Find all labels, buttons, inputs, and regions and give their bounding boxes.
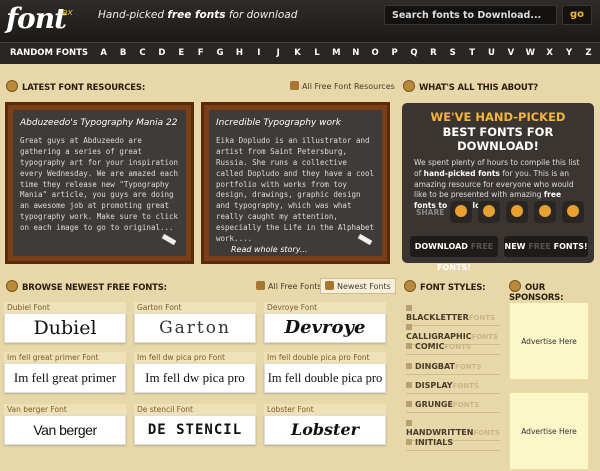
- font-preview[interactable]: Garton: [134, 313, 256, 343]
- resource-title[interactable]: Abduzeedo's Typography Mania 22: [20, 118, 179, 128]
- font-preview[interactable]: Dubiel: [4, 313, 126, 343]
- letter-link[interactable]: T: [462, 48, 481, 58]
- letter-link[interactable]: F: [191, 48, 210, 58]
- font-preview[interactable]: Van berger: [4, 415, 126, 445]
- pin-icon: [509, 280, 521, 292]
- share-label: SHARE: [416, 208, 445, 217]
- font-styles-heading: FONT STYLES:: [404, 280, 486, 293]
- site-logo-ex: ex: [62, 8, 73, 18]
- about-heading: WHAT'S ALL THIS ABOUT?: [403, 80, 538, 93]
- font-label[interactable]: Im fell dw pica pro Font: [134, 352, 256, 363]
- folder-icon: [290, 81, 299, 90]
- font-style-link[interactable]: GRUNGEFONTS: [406, 400, 500, 413]
- about-panel: WE'VE HAND-PICKED BEST FONTS FOR DOWNLOA…: [402, 103, 594, 272]
- font-label[interactable]: Garton Font: [134, 302, 256, 313]
- browse-heading: BROWSE NEWEST FREE FONTS:: [6, 280, 167, 293]
- site-logo[interactable]: font: [6, 2, 67, 35]
- letter-link[interactable]: H: [230, 48, 249, 58]
- all-free-fonts-tab[interactable]: All Free Fonts: [252, 279, 326, 293]
- font-label[interactable]: Van berger Font: [4, 404, 126, 415]
- ad-slot-1[interactable]: Advertise Here: [509, 302, 589, 380]
- letter-link[interactable]: Q: [404, 48, 423, 58]
- font-preview[interactable]: Devroye: [264, 313, 386, 343]
- font-style-link[interactable]: COMICFONTS: [406, 342, 500, 356]
- letter-link[interactable]: S: [443, 48, 462, 58]
- letter-link[interactable]: X: [540, 48, 559, 58]
- letter-link[interactable]: M: [327, 48, 346, 58]
- letter-link[interactable]: C: [133, 48, 152, 58]
- random-fonts-link[interactable]: RANDOM FONTS: [10, 48, 88, 58]
- letter-link[interactable]: A: [94, 48, 113, 58]
- letter-link[interactable]: G: [210, 48, 229, 58]
- resource-excerpt: Great guys at Abduzeedo are gathering a …: [20, 136, 179, 232]
- new-fonts-button[interactable]: NEW FREE FONTS!: [504, 236, 588, 257]
- pencil-icon: [6, 80, 18, 92]
- sponsors-heading: OUR SPONSORS:: [509, 280, 600, 303]
- search-input[interactable]: Search fonts to Download...: [384, 5, 557, 25]
- share-icon-3[interactable]: [506, 201, 528, 223]
- letter-link[interactable]: I: [249, 48, 268, 58]
- letter-link[interactable]: J: [269, 48, 288, 58]
- letter-link[interactable]: E: [172, 48, 191, 58]
- go-button[interactable]: go: [562, 5, 592, 25]
- letter-link[interactable]: Z: [579, 48, 598, 58]
- font-preview[interactable]: Im fell double pica pro: [264, 363, 386, 393]
- letter-link[interactable]: P: [385, 48, 404, 58]
- resource-card-2[interactable]: Incredible Typography work Eika Dopludo …: [201, 102, 390, 264]
- folder-icon: [256, 281, 265, 290]
- resource-excerpt: Eika Dopludo is an illustrator and artis…: [216, 136, 375, 243]
- resource-title[interactable]: Incredible Typography work: [216, 118, 375, 128]
- about-subheadline: BEST FONTS FOR DOWNLOAD!: [442, 124, 554, 153]
- font-preview[interactable]: Im fell great primer: [4, 363, 126, 393]
- gear-icon: [403, 80, 415, 92]
- share-icons: [450, 201, 584, 223]
- chalk-icon: [161, 233, 177, 246]
- font-label[interactable]: De stencil Font: [134, 404, 256, 415]
- font-style-icon: [404, 280, 416, 292]
- share-icon-5[interactable]: [562, 201, 584, 223]
- font-style-link[interactable]: INITIALS: [406, 438, 500, 452]
- letter-link[interactable]: O: [365, 48, 384, 58]
- font-label[interactable]: Dubiel Font: [4, 302, 126, 313]
- letter-link[interactable]: U: [482, 48, 501, 58]
- resources-heading: LATEST FONT RESOURCES:: [6, 80, 145, 93]
- star-icon: [6, 280, 18, 292]
- font-label[interactable]: Devroye Font: [264, 302, 386, 313]
- ad-slot-2[interactable]: Advertise Here: [509, 392, 589, 470]
- letter-link[interactable]: L: [307, 48, 326, 58]
- font-label[interactable]: Im fell double pica pro Font: [264, 352, 386, 363]
- font-preview[interactable]: Lobster: [264, 415, 386, 445]
- all-resources-link[interactable]: All Free Font Resources: [286, 79, 399, 93]
- resource-card-1[interactable]: Abduzeedo's Typography Mania 22 Great gu…: [5, 102, 194, 264]
- header-bar: font ex Hand-picked free fonts for downl…: [0, 0, 600, 42]
- letter-link[interactable]: R: [424, 48, 443, 58]
- font-label[interactable]: Im fell great primer Font: [4, 352, 126, 363]
- letter-links: ABCDEFGHIJKLMNOPQRSTUVWXYZ: [94, 48, 598, 58]
- letter-link[interactable]: Y: [559, 48, 578, 58]
- font-style-link[interactable]: DINGBATFONTS: [406, 362, 500, 375]
- calendar-icon: [325, 281, 334, 290]
- read-more-link[interactable]: Read whole story...: [231, 245, 307, 254]
- letter-link[interactable]: V: [501, 48, 520, 58]
- tagline: Hand-picked free fonts for download: [98, 9, 298, 21]
- letter-link[interactable]: D: [152, 48, 171, 58]
- font-preview[interactable]: DE STENCIL: [134, 415, 256, 445]
- share-icon-1[interactable]: [450, 201, 472, 223]
- share-icon-4[interactable]: [534, 201, 556, 223]
- letter-link[interactable]: N: [346, 48, 365, 58]
- share-icon-2[interactable]: [478, 201, 500, 223]
- letter-link[interactable]: B: [113, 48, 132, 58]
- font-preview[interactable]: Im fell dw pica pro: [134, 363, 256, 393]
- about-headline: WE'VE HAND-PICKED: [430, 110, 566, 124]
- font-style-link[interactable]: DISPLAYFONTS: [406, 381, 500, 394]
- alphabet-nav: RANDOM FONTS ABCDEFGHIJKLMNOPQRSTUVWXYZ: [0, 42, 600, 64]
- letter-link[interactable]: W: [521, 48, 540, 58]
- font-label[interactable]: Lobster Font: [264, 404, 386, 415]
- newest-fonts-tab[interactable]: Newest Fonts: [320, 278, 396, 294]
- download-fonts-button[interactable]: DOWNLOAD FREE FONTS!: [410, 236, 498, 272]
- letter-link[interactable]: K: [288, 48, 307, 58]
